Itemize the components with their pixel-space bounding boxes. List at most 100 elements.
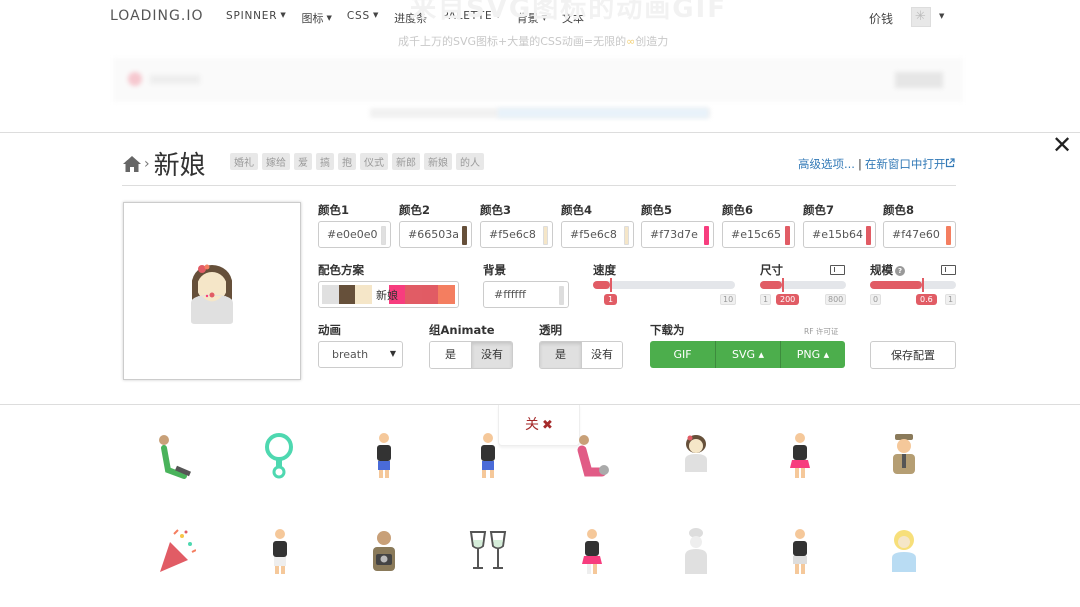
color-field[interactable] — [399, 221, 472, 248]
person-sitting-icon[interactable] — [572, 432, 612, 480]
size-aspect-icon[interactable] — [830, 265, 845, 275]
scale-aspect-icon[interactable] — [941, 265, 956, 275]
user-menu-caret-icon[interactable]: ▼ — [939, 12, 944, 20]
tag-chip[interactable]: 婚礼 — [230, 153, 258, 170]
man-walking-icon[interactable] — [468, 432, 508, 480]
color-swatch[interactable] — [946, 226, 951, 245]
tag-chip[interactable]: 的人 — [456, 153, 484, 170]
color-hex-input[interactable] — [642, 222, 702, 247]
scheme-name: 新娘 — [376, 289, 398, 302]
color-hex-input[interactable] — [804, 222, 864, 247]
woman-icon[interactable] — [780, 432, 820, 480]
officer-icon[interactable] — [884, 432, 924, 480]
license-link[interactable]: RF 许可证 — [804, 326, 838, 337]
blonde-woman-icon[interactable] — [884, 528, 924, 576]
tag-chip[interactable]: 新郎 — [392, 153, 420, 170]
group-animate-option[interactable]: 没有 — [471, 342, 512, 368]
color-swatch[interactable] — [785, 226, 790, 245]
party-popper-icon[interactable] — [156, 528, 196, 576]
photographer-icon[interactable] — [364, 528, 404, 576]
person-cane-icon[interactable] — [156, 432, 196, 480]
toast-glasses-icon[interactable] — [468, 528, 508, 576]
size-slider[interactable] — [760, 278, 846, 292]
hero-subtitle-c: 创造力 — [635, 35, 669, 48]
ring-icon[interactable] — [260, 432, 300, 480]
home-icon[interactable] — [122, 155, 142, 173]
help-icon[interactable]: ? — [895, 266, 905, 276]
nav-item[interactable]: CSS ▼ — [347, 10, 379, 26]
bride-icon — [191, 264, 233, 324]
color-field[interactable] — [722, 221, 795, 248]
nav-item[interactable]: 图标 ▼ — [302, 10, 332, 26]
scheme-label: 配色方案 — [318, 263, 364, 277]
speed-slider[interactable] — [593, 278, 735, 292]
color-hex-input[interactable] — [562, 222, 622, 247]
scale-label: 规模? — [870, 262, 905, 278]
scheme-color-chip — [322, 285, 339, 304]
man-shorts-icon[interactable] — [780, 528, 820, 576]
color-swatch[interactable] — [543, 226, 548, 245]
group-animate-option[interactable]: 是 — [430, 342, 471, 368]
scale-max: 1 — [945, 294, 957, 305]
color-hex-input[interactable] — [481, 222, 541, 247]
external-link-icon[interactable] — [945, 158, 955, 168]
woman-standing-icon[interactable] — [572, 528, 612, 576]
size-min: 1 — [760, 294, 772, 305]
scale-slider[interactable] — [870, 278, 956, 292]
group-animate-toggle: 是没有 — [429, 341, 513, 369]
color-label: 颜色1 — [318, 203, 350, 217]
site-logo[interactable]: LOADING.IO — [110, 8, 203, 24]
color-label: 颜色2 — [399, 203, 431, 217]
scale-slider-thumb[interactable] — [922, 278, 924, 292]
color-swatch[interactable] — [462, 226, 467, 245]
color-field[interactable] — [641, 221, 714, 248]
transparent-option[interactable]: 没有 — [581, 342, 622, 368]
download-gif-button[interactable]: GIF — [650, 341, 715, 368]
color-field[interactable] — [561, 221, 634, 248]
close-panel-icon[interactable]: ✕ — [1052, 133, 1072, 157]
nav-price-link[interactable]: 价钱 — [869, 10, 893, 27]
color-swatch[interactable] — [866, 226, 871, 245]
transparent-option[interactable]: 是 — [540, 342, 581, 368]
tag-chip[interactable]: 仪式 — [360, 153, 388, 170]
faded-button — [895, 72, 943, 88]
size-slider-thumb[interactable] — [782, 278, 784, 292]
tag-chip[interactable]: 嫁给 — [262, 153, 290, 170]
color-hex-input[interactable] — [723, 222, 783, 247]
background-color-field[interactable] — [483, 281, 569, 308]
speed-slider-thumb[interactable] — [610, 278, 612, 292]
tag-chip[interactable]: 新娘 — [424, 153, 452, 170]
color-field[interactable] — [803, 221, 876, 248]
scale-min: 0 — [870, 294, 882, 305]
background-swatch[interactable] — [559, 286, 564, 305]
tag-chip[interactable]: 搞 — [316, 153, 334, 170]
scale-slider-fill — [870, 281, 922, 289]
chef-icon[interactable] — [676, 528, 716, 576]
open-new-window-link[interactable]: 在新窗口中打开 — [865, 157, 946, 171]
bride-small-icon[interactable] — [676, 432, 716, 480]
color-swatch[interactable] — [381, 226, 386, 245]
man-icon[interactable] — [364, 432, 404, 480]
animation-value: breath — [332, 348, 369, 361]
user-avatar[interactable] — [911, 7, 931, 27]
color-hex-input[interactable] — [884, 222, 944, 247]
nav-item[interactable]: SPINNER ▼ — [226, 10, 287, 26]
color-hex-input[interactable] — [400, 222, 460, 247]
download-svg-button[interactable]: SVG ▴ — [715, 341, 780, 368]
advanced-options-link[interactable]: 高级选项... — [798, 157, 855, 171]
color-field[interactable] — [480, 221, 553, 248]
background-color-input[interactable] — [484, 282, 554, 307]
color-hex-input[interactable] — [319, 222, 379, 247]
color-field[interactable] — [883, 221, 956, 248]
color-swatch[interactable] — [624, 226, 629, 245]
collapse-panel-tab[interactable]: 关 ✖ — [498, 405, 580, 446]
save-config-button[interactable]: 保存配置 — [870, 341, 956, 369]
tag-chip[interactable]: 爱 — [294, 153, 312, 170]
color-field[interactable] — [318, 221, 391, 248]
download-png-button[interactable]: PNG ▴ — [780, 341, 845, 368]
animation-select[interactable]: breath ▼ — [318, 341, 403, 368]
color-label: 颜色3 — [480, 203, 512, 217]
tag-chip[interactable]: 抱 — [338, 153, 356, 170]
color-swatch[interactable] — [704, 226, 709, 245]
man-standing-icon[interactable] — [260, 528, 300, 576]
